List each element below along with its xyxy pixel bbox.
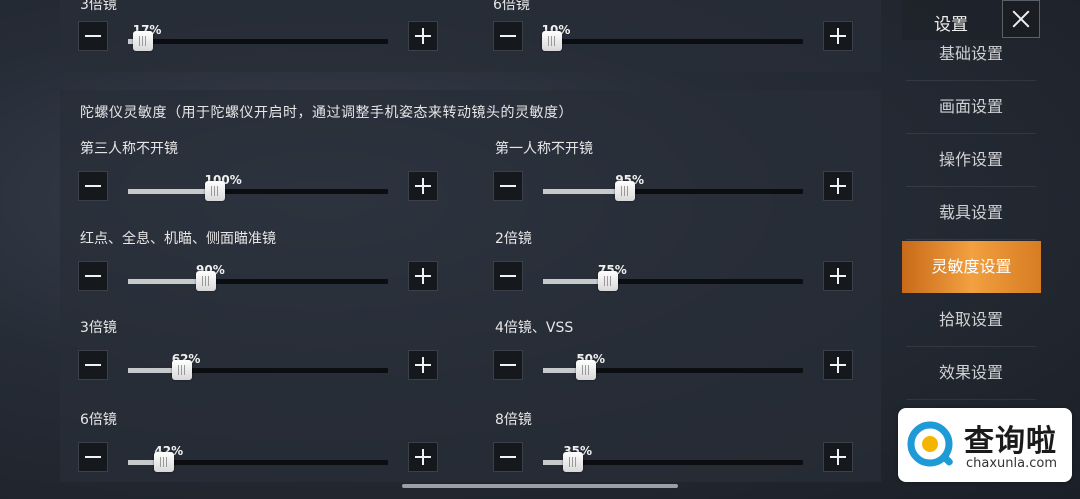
minus-icon bbox=[85, 364, 101, 366]
slider-fill bbox=[128, 279, 206, 284]
minus-icon bbox=[85, 35, 101, 37]
plus-icon-vertical bbox=[837, 178, 839, 194]
row-label: 4倍镜、VSS bbox=[495, 320, 574, 336]
minus-button[interactable] bbox=[78, 21, 108, 51]
gyro-slider: 100% bbox=[78, 171, 438, 205]
minus-icon bbox=[500, 185, 516, 187]
sidebar-item[interactable]: 效果设置 bbox=[906, 347, 1036, 400]
plus-icon-vertical bbox=[422, 268, 424, 284]
sidebar-item[interactable]: 画面设置 bbox=[906, 81, 1036, 134]
magnifier-logo-icon bbox=[907, 421, 953, 467]
slider-track[interactable]: 95% bbox=[543, 173, 803, 201]
plus-button[interactable] bbox=[823, 171, 853, 201]
minus-button[interactable] bbox=[493, 261, 523, 291]
minus-button[interactable] bbox=[493, 350, 523, 380]
slider-track[interactable]: 42% bbox=[128, 444, 388, 472]
sidebar-item[interactable]: 操作设置 bbox=[906, 134, 1036, 187]
sensitivity-panel-top: 3倍镜 6倍镜 17% 10% bbox=[60, 0, 881, 72]
sidebar-item[interactable]: 拾取设置 bbox=[906, 294, 1036, 347]
slider-fill bbox=[543, 189, 626, 194]
minus-button[interactable] bbox=[78, 350, 108, 380]
section-title: 陀螺仪灵敏度（用于陀螺仪开启时，通过调整手机姿态来转动镜头的灵敏度） bbox=[80, 105, 573, 121]
row-label: 6倍镜 bbox=[493, 0, 530, 13]
minus-icon bbox=[85, 456, 101, 458]
gyro-slider: 90% bbox=[78, 261, 438, 295]
gyro-slider: 35% bbox=[493, 442, 853, 476]
row-label: 3倍镜 bbox=[80, 320, 117, 336]
plus-icon-vertical bbox=[837, 268, 839, 284]
plus-button[interactable] bbox=[823, 261, 853, 291]
slider-track[interactable]: 50% bbox=[543, 352, 803, 380]
sidebar-item[interactable]: 载具设置 bbox=[906, 187, 1036, 240]
plus-button[interactable] bbox=[823, 21, 853, 51]
plus-icon-vertical bbox=[837, 28, 839, 44]
slider-thumb[interactable] bbox=[154, 452, 175, 472]
minus-button[interactable] bbox=[78, 261, 108, 291]
slider-top-left: 17% bbox=[78, 21, 438, 55]
row-label: 第一人称不开镜 bbox=[495, 141, 593, 157]
watermark-text-en: chaxunla.com bbox=[966, 456, 1057, 471]
plus-button[interactable] bbox=[408, 171, 438, 201]
plus-button[interactable] bbox=[408, 261, 438, 291]
slider-thumb[interactable] bbox=[132, 31, 153, 51]
slider-thumb[interactable] bbox=[576, 360, 597, 380]
plus-button[interactable] bbox=[823, 442, 853, 472]
plus-button[interactable] bbox=[408, 350, 438, 380]
row-label: 3倍镜 bbox=[80, 0, 117, 13]
gyro-sensitivity-panel: 陀螺仪灵敏度（用于陀螺仪开启时，通过调整手机姿态来转动镜头的灵敏度） 第三人称不… bbox=[60, 90, 881, 482]
horizontal-scrollbar[interactable] bbox=[402, 484, 678, 488]
row-label: 6倍镜 bbox=[80, 412, 117, 428]
plus-icon-vertical bbox=[422, 28, 424, 44]
row-label: 8倍镜 bbox=[495, 412, 532, 428]
slider-top-right: 10% bbox=[493, 21, 853, 55]
sidebar-item[interactable]: 灵敏度设置 bbox=[902, 241, 1041, 293]
plus-icon-vertical bbox=[837, 357, 839, 373]
slider-thumb[interactable] bbox=[196, 271, 216, 291]
plus-icon-vertical bbox=[422, 357, 424, 373]
slider-thumb[interactable] bbox=[563, 452, 584, 472]
watermark-text-cn: 查询啦 bbox=[964, 424, 1057, 459]
slider-track[interactable]: 10% bbox=[541, 23, 803, 51]
plus-button[interactable] bbox=[408, 442, 438, 472]
plus-icon-vertical bbox=[422, 449, 424, 465]
minus-icon bbox=[85, 185, 101, 187]
slider-thumb[interactable] bbox=[598, 271, 618, 291]
watermark-logo: 查询啦 chaxunla.com bbox=[898, 408, 1072, 482]
row-label: 第三人称不开镜 bbox=[80, 141, 178, 157]
minus-button[interactable] bbox=[493, 442, 523, 472]
slider-track[interactable]: 62% bbox=[128, 352, 388, 380]
minus-icon bbox=[500, 35, 516, 37]
minus-icon bbox=[500, 275, 516, 277]
gyro-slider: 95% bbox=[493, 171, 853, 205]
plus-button[interactable] bbox=[408, 21, 438, 51]
slider-thumb[interactable] bbox=[204, 181, 225, 201]
minus-button[interactable] bbox=[493, 21, 523, 51]
minus-button[interactable] bbox=[78, 442, 108, 472]
slider-track[interactable]: 35% bbox=[543, 444, 803, 472]
slider-track[interactable]: 17% bbox=[128, 23, 388, 51]
slider-track[interactable]: 90% bbox=[128, 263, 388, 291]
minus-icon bbox=[500, 456, 516, 458]
gyro-slider: 42% bbox=[78, 442, 438, 476]
plus-button[interactable] bbox=[823, 350, 853, 380]
row-label: 2倍镜 bbox=[495, 231, 532, 247]
gyro-slider: 62% bbox=[78, 350, 438, 384]
gyro-slider: 75% bbox=[493, 261, 853, 295]
slider-track[interactable]: 75% bbox=[543, 263, 803, 291]
plus-icon-vertical bbox=[837, 449, 839, 465]
slider-fill bbox=[128, 189, 215, 194]
minus-button[interactable] bbox=[78, 171, 108, 201]
slider-thumb[interactable] bbox=[171, 360, 192, 380]
minus-icon bbox=[85, 275, 101, 277]
minus-button[interactable] bbox=[493, 171, 523, 201]
gyro-slider: 50% bbox=[493, 350, 853, 384]
row-label: 红点、全息、机瞄、侧面瞄准镜 bbox=[80, 231, 276, 247]
minus-icon bbox=[500, 364, 516, 366]
slider-track[interactable]: 100% bbox=[128, 173, 388, 201]
sidebar-item[interactable]: 基础设置 bbox=[906, 28, 1036, 81]
slider-thumb[interactable] bbox=[541, 31, 562, 51]
plus-icon-vertical bbox=[422, 178, 424, 194]
slider-thumb[interactable] bbox=[615, 181, 636, 201]
